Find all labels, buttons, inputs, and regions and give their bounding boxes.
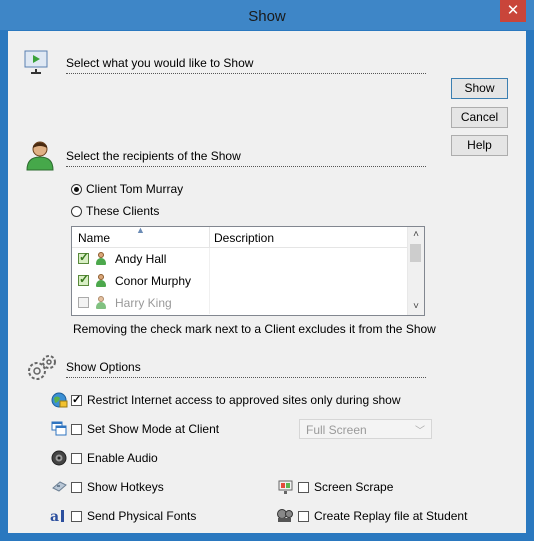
section-recipients-title: Select the recipients of the Show xyxy=(66,149,241,163)
section-recipients-divider xyxy=(66,166,426,167)
show-hotkeys-option[interactable]: Show Hotkeys xyxy=(71,479,164,495)
help-button[interactable]: Help xyxy=(451,135,508,156)
radio-client-row[interactable]: Client Tom Murray xyxy=(71,180,183,198)
film-reel-icon xyxy=(277,509,293,522)
show-dialog: Show ✕ Select what you would like to Sho… xyxy=(0,0,534,541)
show-mode-dropdown[interactable]: Full Screen ﹀ xyxy=(299,419,432,439)
column-description[interactable]: Description xyxy=(214,231,274,245)
client-user-icon xyxy=(95,274,107,287)
client-checkbox[interactable] xyxy=(78,297,89,308)
scroll-up-icon[interactable]: ˄ xyxy=(408,227,424,243)
screen-scrape-icon xyxy=(278,480,293,494)
client-checkbox[interactable] xyxy=(78,272,89,286)
show-mode-value: Full Screen xyxy=(306,423,367,437)
window-title: Show xyxy=(248,8,286,25)
gears-icon xyxy=(28,355,56,380)
enable-audio-option[interactable]: Enable Audio xyxy=(71,450,158,466)
keyboard-icon xyxy=(52,481,67,492)
title-bar: Show ✕ xyxy=(0,0,534,30)
send-fonts-option[interactable]: Send Physical Fonts xyxy=(71,508,196,524)
font-icon: a xyxy=(50,509,64,524)
section-options-title: Show Options xyxy=(66,360,141,374)
speaker-icon xyxy=(51,450,67,466)
enable-audio-label: Enable Audio xyxy=(87,451,158,465)
scroll-thumb[interactable] xyxy=(410,244,421,262)
radio-these-clients[interactable] xyxy=(71,205,82,217)
screen-scrape-option[interactable]: Screen Scrape xyxy=(298,479,393,495)
list-item[interactable]: Harry King xyxy=(72,292,408,314)
restrict-internet-checkbox[interactable] xyxy=(71,393,82,406)
globe-lock-icon xyxy=(51,392,68,408)
enable-audio-checkbox[interactable] xyxy=(71,452,82,464)
send-fonts-label: Send Physical Fonts xyxy=(87,509,197,523)
close-button[interactable]: ✕ xyxy=(500,0,526,22)
scroll-down-icon[interactable]: ˅ xyxy=(408,299,424,315)
radio-these-row[interactable]: These Clients xyxy=(71,202,159,220)
section-what-divider xyxy=(66,73,426,74)
show-hotkeys-label: Show Hotkeys xyxy=(87,480,164,494)
section-what-title: Select what you would like to Show xyxy=(66,56,254,70)
screen-scrape-checkbox[interactable] xyxy=(298,481,309,493)
list-header: Name ▲ Description xyxy=(72,225,408,248)
restrict-internet-label: Restrict Internet access to approved sit… xyxy=(87,393,401,407)
cancel-button[interactable]: Cancel xyxy=(451,107,508,128)
column-name[interactable]: Name xyxy=(78,231,110,245)
show-button[interactable]: Show xyxy=(451,78,508,99)
recipients-note: Removing the check mark next to a Client… xyxy=(73,322,436,336)
set-show-mode-label: Set Show Mode at Client xyxy=(87,422,220,436)
create-replay-label: Create Replay file at Student xyxy=(314,509,468,523)
restrict-internet-option[interactable]: Restrict Internet access to approved sit… xyxy=(71,392,401,408)
list-item[interactable]: Andy Hall xyxy=(72,248,408,270)
monitor-play-icon xyxy=(24,50,48,74)
sort-ascending-icon: ▲ xyxy=(136,225,145,235)
screen-scrape-label: Screen Scrape xyxy=(314,480,394,494)
client-user-icon xyxy=(95,296,107,309)
chevron-down-icon: ﹀ xyxy=(415,426,425,437)
radio-client[interactable] xyxy=(71,183,82,195)
windows-icon xyxy=(51,421,67,436)
user-icon xyxy=(26,141,54,171)
client-name: Conor Murphy xyxy=(115,274,192,288)
clients-list[interactable]: Name ▲ Description Andy Hall Conor Murph… xyxy=(71,225,425,316)
send-fonts-checkbox[interactable] xyxy=(71,510,82,522)
show-hotkeys-checkbox[interactable] xyxy=(71,481,82,493)
list-scrollbar[interactable]: ˄ ˅ xyxy=(407,227,424,315)
create-replay-checkbox[interactable] xyxy=(298,510,309,522)
set-show-mode-option[interactable]: Set Show Mode at Client xyxy=(71,421,219,437)
section-options-divider xyxy=(66,377,426,378)
client-name: Andy Hall xyxy=(115,252,167,266)
client-name: Harry King xyxy=(115,296,172,310)
client-checkbox[interactable] xyxy=(78,250,89,264)
list-item[interactable]: Conor Murphy xyxy=(72,270,408,292)
client-user-icon xyxy=(95,252,107,265)
svg-text:a: a xyxy=(50,509,59,524)
set-show-mode-checkbox[interactable] xyxy=(71,423,82,435)
radio-these-label: These Clients xyxy=(86,204,160,218)
create-replay-option[interactable]: Create Replay file at Student xyxy=(298,508,467,524)
radio-client-label: Client Tom Murray xyxy=(86,182,184,196)
dialog-body: Select what you would like to Show Show … xyxy=(8,31,526,533)
